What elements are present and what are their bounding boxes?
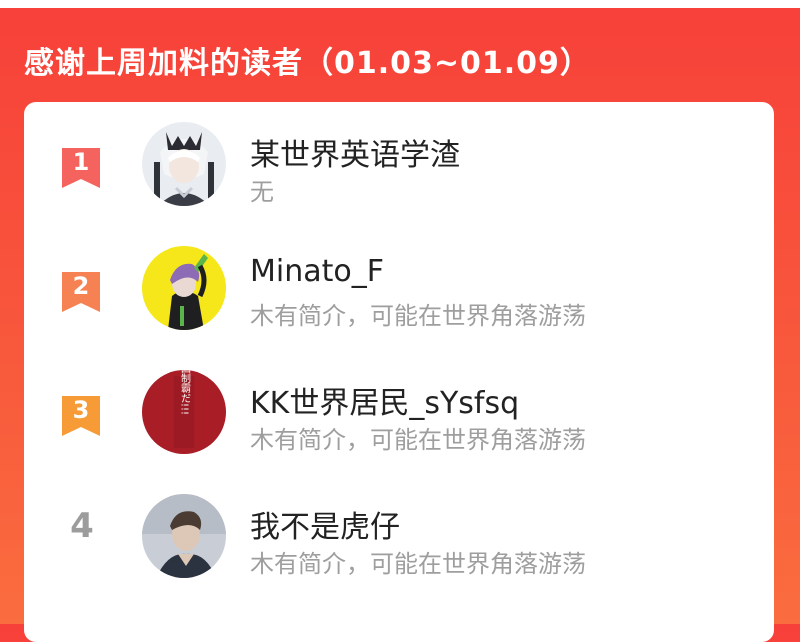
- rank-number: 2: [72, 272, 90, 300]
- rank-badge: 1: [60, 146, 104, 190]
- reader-bio: 木有简介，可能在世界角落游荡: [250, 550, 586, 578]
- avatar-text: 全国制霸だ!!!: [179, 370, 191, 415]
- list-item[interactable]: 3 全国制霸だ!!! KK世界居民_sYsfsq 木有简介，可能在世界角落游荡: [24, 350, 774, 474]
- reader-name: 某世界英语学渣: [250, 138, 460, 173]
- list-item[interactable]: 1 某世界英语学渣 无: [24, 102, 774, 226]
- reader-ranking-card: 1 某世界英语学渣 无 2 Minato_F 木有简介，可能在世界角落游荡 3 …: [24, 102, 774, 642]
- reader-bio: 木有简介，可能在世界角落游荡: [250, 426, 586, 454]
- avatar[interactable]: [142, 246, 226, 330]
- avatar[interactable]: [142, 122, 226, 206]
- top-strip: [0, 0, 800, 8]
- reader-name: KK世界居民_sYsfsq: [250, 386, 520, 421]
- rank-badge: 2: [60, 270, 104, 314]
- rank-number: 4: [70, 506, 94, 546]
- avatar[interactable]: 全国制霸だ!!!: [142, 370, 226, 454]
- rank-number: 1: [72, 148, 90, 176]
- avatar[interactable]: [142, 494, 226, 578]
- rank-badge: 3: [60, 394, 104, 438]
- list-item[interactable]: 2 Minato_F 木有简介，可能在世界角落游荡: [24, 226, 774, 350]
- reader-bio: 无: [250, 178, 274, 206]
- list-item[interactable]: 4 我不是虎仔 木有简介，可能在世界角落游荡: [24, 474, 774, 598]
- reader-name: 我不是虎仔: [250, 510, 400, 545]
- reader-name: Minato_F: [250, 254, 384, 289]
- page-title: 感谢上周加料的读者（01.03~01.09）: [24, 46, 591, 81]
- reader-bio: 木有简介，可能在世界角落游荡: [250, 302, 586, 330]
- rank-number: 3: [72, 396, 90, 424]
